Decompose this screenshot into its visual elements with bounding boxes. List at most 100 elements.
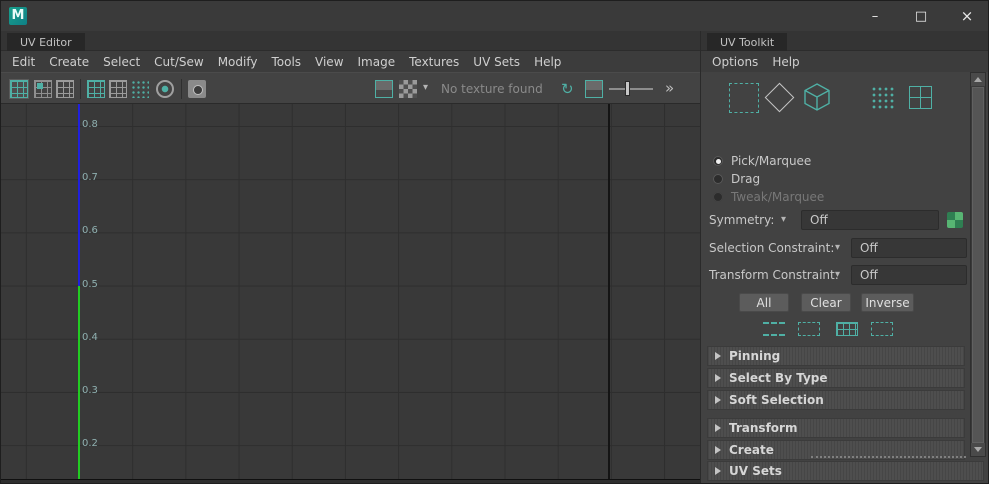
menu-modify[interactable]: Modify — [211, 55, 265, 69]
scrollbar-thumb[interactable] — [972, 87, 984, 443]
inverse-button[interactable]: Inverse — [861, 293, 914, 312]
expand-triangle-icon — [715, 424, 721, 432]
menu-tools[interactable]: Tools — [264, 55, 308, 69]
menu-options[interactable]: Options — [705, 55, 765, 69]
uv-shell-display-icon[interactable] — [9, 79, 29, 99]
transform-constraint-caret[interactable]: ▾ — [835, 269, 840, 280]
tab-uv-toolkit[interactable]: UV Toolkit — [707, 33, 788, 53]
close-button[interactable]: × — [944, 1, 988, 31]
transform-constraint-row: Transform Constraint: ▾ Off — [701, 265, 988, 285]
scroll-up-button[interactable] — [971, 73, 985, 86]
selection-constraint-label: Selection Constraint: — [709, 241, 835, 255]
radio-drag[interactable] — [713, 174, 723, 184]
clear-button[interactable]: Clear — [801, 293, 851, 312]
menu-cut-sew[interactable]: Cut/Sew — [147, 55, 211, 69]
selection-buttons-row: All Clear Inverse — [701, 293, 988, 313]
menu-image[interactable]: Image — [351, 55, 403, 69]
select-shell-icon[interactable] — [836, 322, 858, 336]
symmetry-value-field[interactable]: Off — [801, 210, 939, 230]
section-uv-sets[interactable]: UV Sets — [707, 461, 984, 481]
image-range-icon[interactable] — [585, 80, 603, 98]
toolbar-expand-chevrons[interactable]: » — [665, 79, 674, 97]
maximize-button[interactable]: □ — [898, 1, 944, 31]
radio-row-pick-marquee[interactable]: Pick/Marquee — [713, 154, 811, 168]
exposure-slider-track[interactable] — [609, 88, 653, 90]
grid-label: 0.8 — [82, 119, 98, 130]
texture-status-text: No texture found — [441, 82, 543, 96]
tab-uv-editor[interactable]: UV Editor — [7, 33, 85, 53]
title-bar[interactable]: M – □ × — [1, 1, 988, 31]
uv-snapshot-camera-icon[interactable] — [188, 80, 206, 98]
transform-constraint-label: Transform Constraint: — [709, 268, 839, 282]
selection-utility-icons-row — [701, 322, 988, 342]
menu-toolkit-help[interactable]: Help — [765, 55, 806, 69]
checker-texture-icon[interactable] — [399, 80, 417, 98]
marquee-select-tool-icon[interactable] — [729, 83, 759, 113]
select-border-icon[interactable] — [871, 322, 893, 336]
expand-triangle-icon — [715, 396, 721, 404]
minimize-button[interactable]: – — [852, 1, 898, 31]
editor-tabstrip: UV Editor — [1, 31, 701, 53]
editor-menubar: Edit Create Select Cut/Sew Modify Tools … — [1, 51, 701, 72]
uv-checker-display-icon[interactable] — [56, 80, 74, 98]
toolkit-scrollbar[interactable] — [970, 72, 986, 457]
radio-row-drag[interactable]: Drag — [713, 172, 760, 186]
grid-label: 0.3 — [82, 385, 98, 396]
object-cube-icon[interactable] — [801, 81, 833, 113]
menu-view[interactable]: View — [308, 55, 350, 69]
pixel-snap-icon[interactable] — [131, 80, 149, 98]
symmetry-row: Symmetry: ▾ Off — [701, 210, 988, 230]
refresh-texture-icon[interactable]: ↻ — [561, 80, 579, 98]
radio-tweak-marquee — [713, 192, 723, 202]
grow-selection-icon[interactable] — [763, 322, 785, 336]
expand-triangle-icon — [715, 374, 721, 382]
symmetry-topology-icon[interactable] — [947, 212, 963, 228]
grid-display-icon[interactable] — [109, 80, 127, 98]
maya-uv-editor-window: M – □ × UV Editor UV Toolkit Edit Create… — [0, 0, 989, 484]
maya-logo-icon: M — [9, 7, 27, 25]
toolkit-tabstrip: UV Toolkit — [701, 31, 988, 53]
panel-resize-grip[interactable] — [811, 456, 966, 458]
section-pinning[interactable]: Pinning — [707, 346, 965, 366]
radio-pick-marquee[interactable] — [713, 156, 723, 166]
symmetry-dropdown-caret[interactable]: ▾ — [781, 214, 786, 225]
border-edges-icon[interactable] — [87, 80, 105, 98]
menu-create[interactable]: Create — [42, 55, 96, 69]
v-axis-blue-segment — [78, 104, 80, 286]
symmetry-label: Symmetry: — [709, 213, 775, 227]
menu-textures[interactable]: Textures — [402, 55, 466, 69]
selection-constraint-field[interactable]: Off — [851, 238, 967, 258]
uv-toolkit-panel: Pick/Marquee Drag Tweak/Marquee Symmetry… — [701, 72, 988, 483]
uv-distortion-icon[interactable] — [34, 80, 52, 98]
expand-triangle-icon — [715, 352, 721, 360]
texture-dropdown-caret[interactable]: ▾ — [423, 82, 428, 93]
section-soft-selection[interactable]: Soft Selection — [707, 390, 965, 410]
toolbar-separator-2 — [181, 79, 182, 99]
uv-canvas[interactable]: 0.8 0.7 0.6 0.5 0.4 0.3 0.2 — [1, 104, 701, 483]
display-image-icon[interactable] — [375, 80, 393, 98]
grid-label: 0.6 — [82, 225, 98, 236]
exposure-slider-handle[interactable] — [625, 81, 630, 96]
v-axis-green-segment — [78, 286, 80, 479]
transform-constraint-field[interactable]: Off — [851, 265, 967, 285]
grid-label: 0.5 — [82, 279, 98, 290]
isolate-select-icon[interactable] — [156, 80, 174, 98]
expand-triangle-icon — [715, 467, 721, 475]
component-diamond-icon[interactable] — [764, 82, 795, 113]
section-transform[interactable]: Transform — [707, 418, 965, 438]
tile-layout-icon[interactable] — [909, 86, 932, 109]
section-select-by-type[interactable]: Select By Type — [707, 368, 965, 388]
uv-points-tool-icon[interactable] — [871, 86, 894, 109]
scroll-down-button[interactable] — [971, 443, 985, 456]
selection-constraint-caret[interactable]: ▾ — [835, 242, 840, 253]
menu-select[interactable]: Select — [96, 55, 147, 69]
toolbar-separator — [80, 79, 81, 99]
toolkit-menubar: Options Help — [701, 51, 988, 72]
menu-edit[interactable]: Edit — [5, 55, 42, 69]
menu-uv-sets[interactable]: UV Sets — [466, 55, 527, 69]
viewport-bottom-edge — [1, 479, 701, 483]
selection-constraint-row: Selection Constraint: ▾ Off — [701, 238, 988, 258]
all-button[interactable]: All — [739, 293, 789, 312]
menu-help[interactable]: Help — [527, 55, 568, 69]
shrink-selection-icon[interactable] — [798, 322, 820, 336]
